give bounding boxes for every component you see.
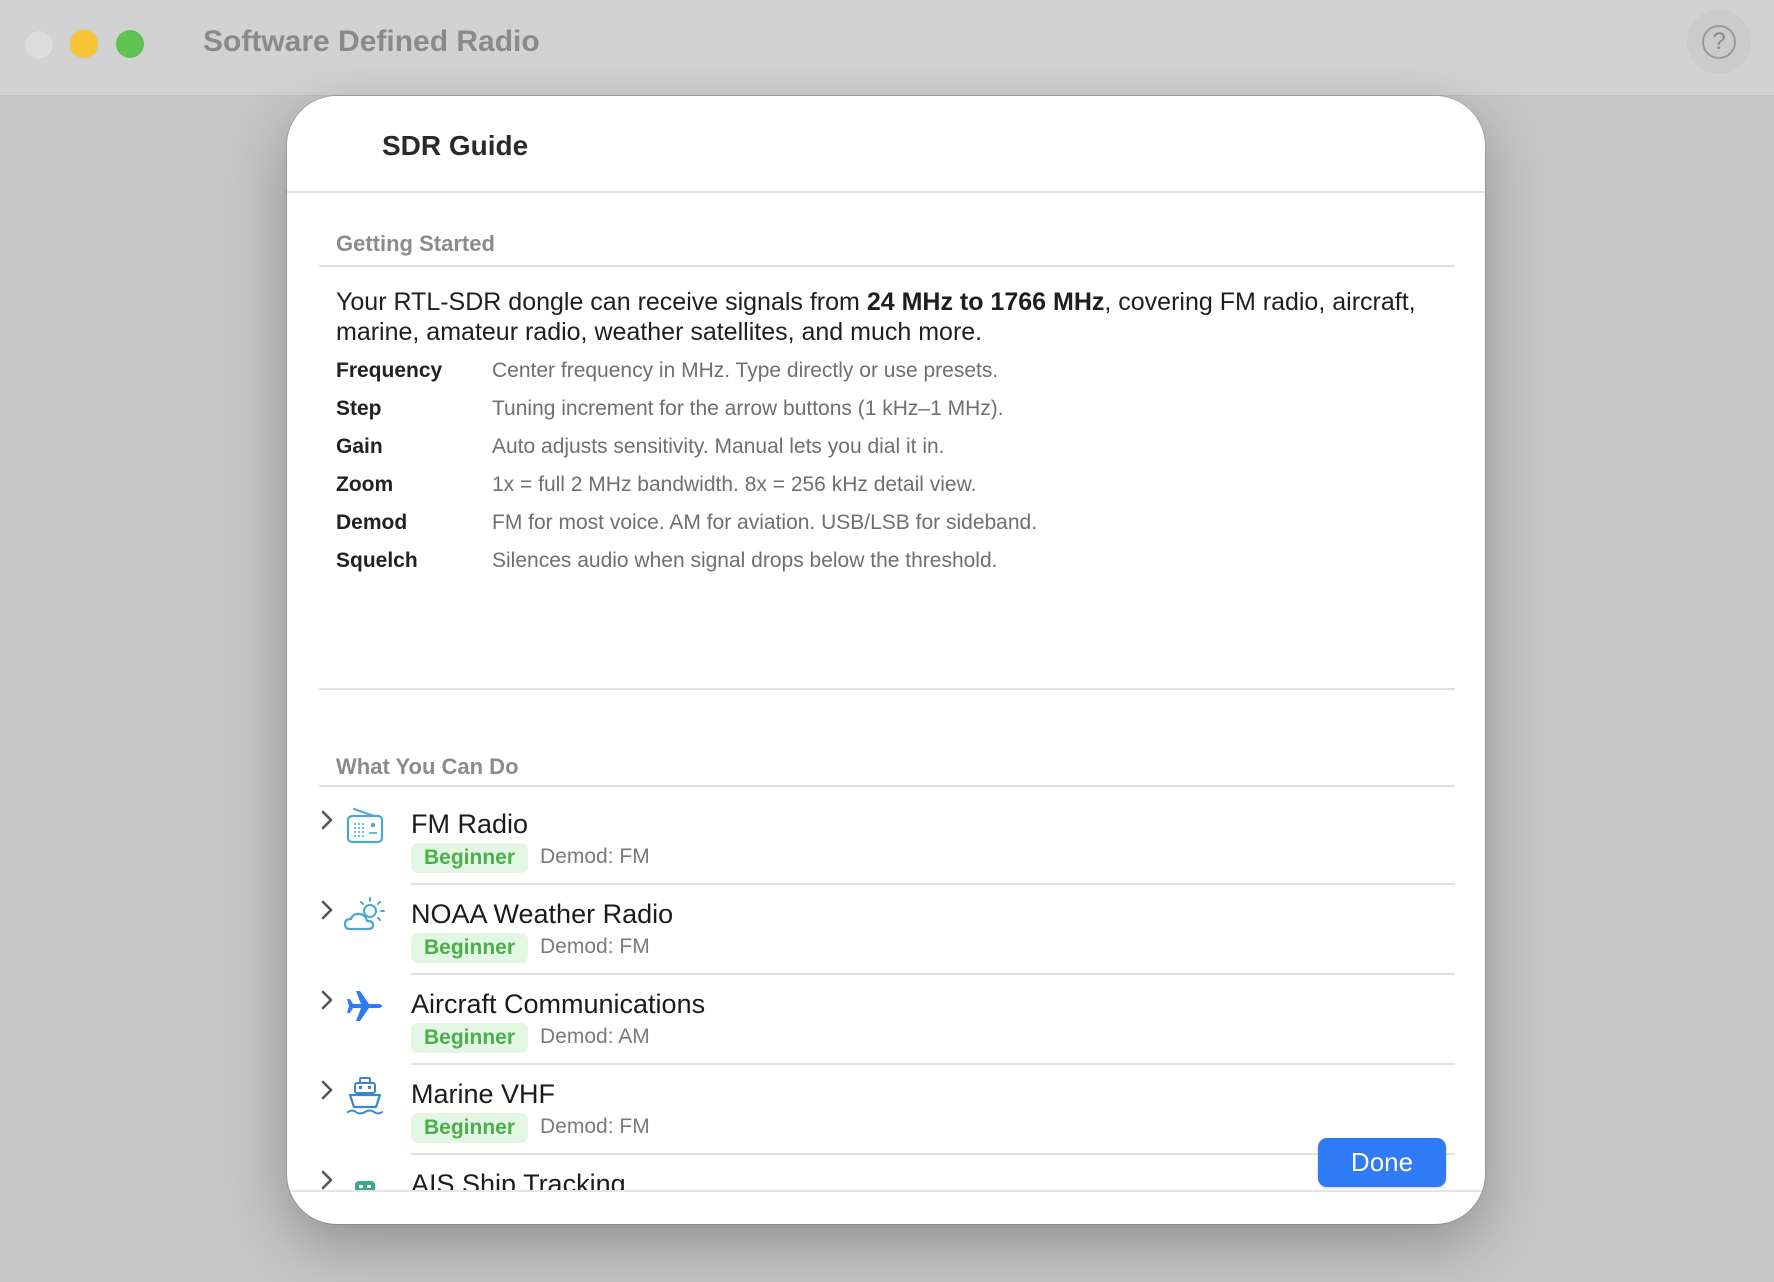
- definition-term: Demod: [336, 511, 408, 534]
- title-bar: Software Defined Radio ?: [0, 0, 1774, 96]
- definition-description: Silences audio when signal drops below t…: [492, 549, 998, 572]
- intro-text: Your RTL-SDR dongle can receive signals …: [336, 288, 1416, 346]
- difficulty-badge: Beginner: [411, 1023, 529, 1053]
- radio-icon: [346, 808, 384, 844]
- help-button[interactable]: ?: [1702, 25, 1736, 59]
- item-title: FM Radio: [411, 809, 529, 839]
- chevron-right-icon[interactable]: [317, 1077, 337, 1103]
- item-title: AIS Ship Tracking: [411, 1169, 626, 1190]
- divider: [319, 688, 1455, 690]
- close-window-button[interactable]: [24, 30, 54, 60]
- definition-term: Zoom: [336, 473, 394, 496]
- demod-label: Demod: FM: [540, 845, 650, 868]
- definition-description: Center frequency in MHz. Type directly o…: [492, 359, 999, 382]
- divider: [319, 265, 1455, 267]
- ferry-icon: [347, 1077, 383, 1115]
- definition-description: Tuning increment for the arrow buttons (…: [492, 397, 1004, 420]
- done-button[interactable]: Done: [1318, 1138, 1446, 1187]
- item-title: Marine VHF: [411, 1079, 556, 1109]
- definition-row: Squelch Silences audio when signal drops…: [336, 549, 1436, 587]
- list-item-fm-radio[interactable]: FM Radio Beginner Demod: FM: [287, 795, 1485, 885]
- difficulty-badge: Beginner: [411, 843, 529, 873]
- definition-description: Auto adjusts sensitivity. Manual lets yo…: [492, 435, 945, 458]
- footer-divider: [287, 1190, 1485, 1192]
- definition-row: Frequency Center frequency in MHz. Type …: [336, 359, 1436, 397]
- difficulty-badge: Beginner: [411, 1113, 529, 1143]
- airplane-icon: [347, 991, 382, 1021]
- definition-term: Frequency: [336, 359, 443, 382]
- guide-scroll-content[interactable]: Getting Started Your RTL-SDR dongle can …: [287, 193, 1485, 1190]
- list-item-noaa-weather-radio[interactable]: NOAA Weather Radio Beginner Demod: FM: [287, 885, 1485, 975]
- demod-label: Demod: FM: [540, 1115, 650, 1138]
- window-title: Software Defined Radio: [203, 25, 540, 58]
- demod-label: Demod: FM: [540, 935, 650, 958]
- list-item-marine-vhf[interactable]: Marine VHF Beginner Demod: FM: [287, 1065, 1485, 1155]
- definition-term: Gain: [336, 435, 383, 458]
- definition-term: Step: [336, 397, 382, 420]
- definition-row: Gain Auto adjusts sensitivity. Manual le…: [336, 435, 1436, 473]
- item-title: Aircraft Communications: [411, 989, 706, 1019]
- chevron-right-icon[interactable]: [317, 1167, 337, 1190]
- demod-label: Demod: AM: [540, 1025, 650, 1048]
- divider: [319, 785, 1455, 787]
- definition-row: Step Tuning increment for the arrow butt…: [336, 397, 1436, 435]
- chevron-right-icon[interactable]: [317, 987, 337, 1013]
- section-header-what-you-can-do: What You Can Do: [336, 754, 519, 779]
- section-header-getting-started: Getting Started: [336, 231, 495, 256]
- list-item-ais-ship-tracking[interactable]: AIS Ship Tracking: [287, 1155, 1485, 1190]
- sheet-title: SDR Guide: [382, 130, 529, 161]
- difficulty-badge: Beginner: [411, 933, 529, 963]
- ferry-icon: [355, 1181, 375, 1190]
- sdr-guide-sheet: SDR Guide Getting Started Your RTL-SDR d…: [287, 96, 1485, 1224]
- definition-term: Squelch: [336, 549, 418, 572]
- definition-row: Zoom 1x = full 2 MHz bandwidth. 8x = 256…: [336, 473, 1436, 511]
- maximize-window-button[interactable]: [116, 30, 144, 58]
- definitions-list: Frequency Center frequency in MHz. Type …: [336, 359, 1436, 587]
- sheet-header: SDR Guide: [287, 96, 1485, 193]
- definition-description: FM for most voice. AM for aviation. USB/…: [492, 511, 1038, 534]
- item-title: NOAA Weather Radio: [411, 899, 674, 929]
- definition-description: 1x = full 2 MHz bandwidth. 8x = 256 kHz …: [492, 473, 977, 496]
- cloud-sun-icon: [343, 897, 385, 931]
- minimize-window-button[interactable]: [70, 30, 98, 58]
- chevron-right-icon[interactable]: [317, 807, 337, 833]
- definition-row: Demod FM for most voice. AM for aviation…: [336, 511, 1436, 549]
- frequency-range: 24 MHz to 1766 MHz: [866, 288, 1105, 316]
- chevron-right-icon[interactable]: [317, 897, 337, 923]
- list-item-aircraft-communications[interactable]: Aircraft Communications Beginner Demod: …: [287, 975, 1485, 1065]
